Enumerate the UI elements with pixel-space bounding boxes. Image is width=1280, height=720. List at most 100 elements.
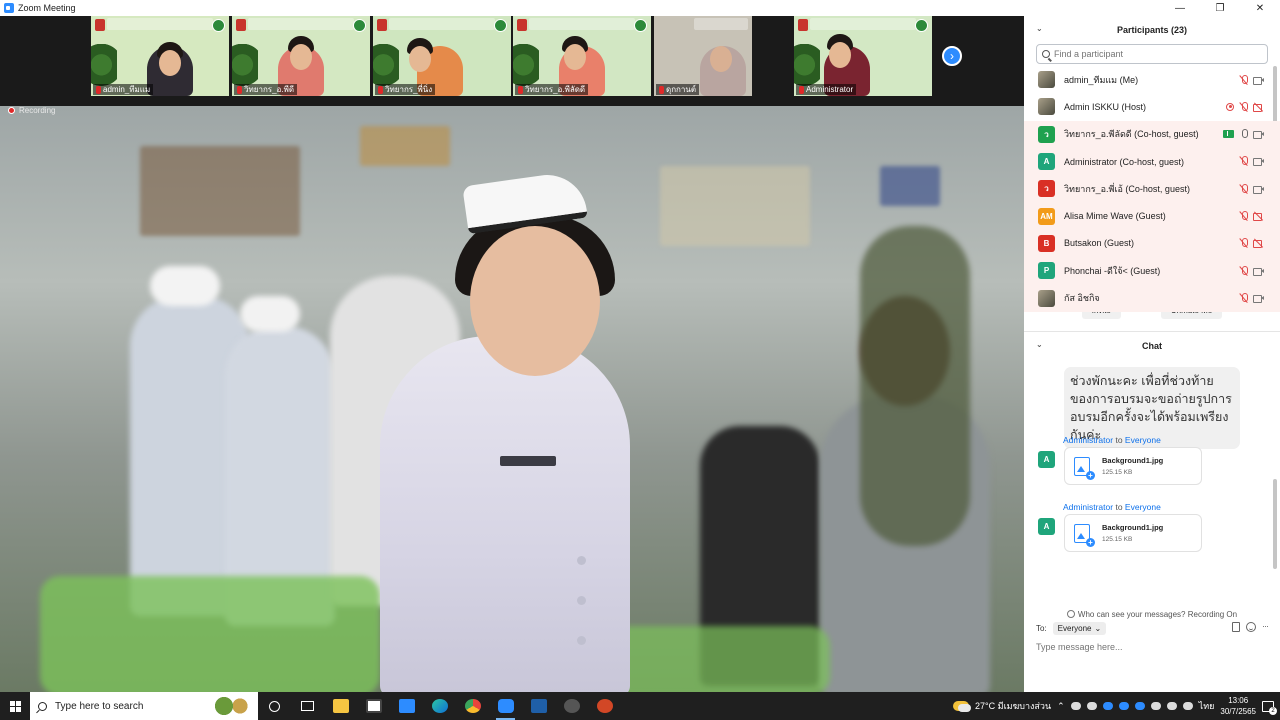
file-attachment[interactable]: Background1.jpg 125.15 KB [1064,514,1202,552]
tray-app-icon[interactable] [1086,702,1097,710]
taskbar-powerpoint[interactable] [588,692,621,720]
taskbar-search[interactable]: Type here to search [30,692,258,720]
video-off-icon[interactable] [1253,103,1264,112]
more-icon[interactable]: ··· [1262,622,1269,632]
participant-row[interactable]: AM Alisa Mime Wave (Guest) [1024,202,1280,230]
video-icon[interactable] [1253,294,1264,303]
taskbar-app[interactable] [555,692,588,720]
gallery-next-button[interactable]: › [942,46,962,66]
window-title: Zoom Meeting [18,3,76,13]
taskbar-zoom[interactable] [489,692,522,720]
weather-text[interactable]: 27°C มีเมฆบางส่วน [975,699,1051,713]
avatar [1038,98,1055,116]
video-tile[interactable]: Administrator [794,16,932,96]
volume-icon[interactable] [1182,702,1193,710]
participant-row[interactable]: ว วิทยากร_อ.พีลัดดี (Co-host, guest) [1024,120,1280,148]
chat-message-input[interactable] [1036,642,1266,652]
recipient-dropdown[interactable]: Everyone ⌄ [1052,622,1107,635]
gallery-strip: admin_ทีมแม วิทยากร_อ.พีดี วิทยากร_พี่นิ… [0,16,1024,102]
participant-row[interactable]: กัส อิชกิจ [1024,284,1280,312]
clock[interactable]: 13:06 30/7/2565 [1220,695,1256,717]
video-area: admin_ทีมแม วิทยากร_อ.พีดี วิทยากร_พี่นิ… [0,16,1024,692]
muted-mic-icon[interactable] [1239,101,1248,112]
search-highlight-image [212,696,252,716]
taskbar-mail[interactable] [390,692,423,720]
video-off-icon[interactable] [1253,239,1264,249]
mic-icon[interactable] [1239,129,1248,139]
active-speaker-video[interactable] [0,106,1024,692]
participant-row[interactable]: P Phonchai -ดีใจ้< (Guest) [1024,257,1280,285]
video-icon[interactable] [1253,157,1264,167]
file-name: Background1.jpg [1102,523,1164,532]
university-logo-icon [517,19,527,31]
file-size: 125.15 KB [1102,469,1133,476]
video-icon[interactable] [1253,267,1264,276]
muted-mic-icon[interactable] [1239,265,1248,276]
participant-row[interactable]: A Administrator (Co-host, guest) [1024,147,1280,176]
participant-row[interactable]: admin_ทีมแม (Me) [1024,66,1280,93]
participant-row[interactable]: ว วิทยากร_อ.พี่เอ้ (Co-host, guest) [1024,175,1280,203]
participant-search-input[interactable] [1054,49,1254,59]
taskbar-store[interactable] [357,692,390,720]
onedrive-icon[interactable] [1134,702,1145,710]
video-tile[interactable]: ดุกกานต์ [654,16,752,96]
chevron-up-icon[interactable]: ⌃ [1057,701,1065,712]
taskbar-photos[interactable] [522,692,555,720]
hospital-logo-icon [915,19,928,32]
onedrive-icon[interactable] [1118,702,1129,710]
video-tile[interactable]: วิทยากร_อ.พีดี [232,16,370,96]
chevron-down-icon: ⌄ [1094,624,1102,633]
avatar: A [1038,518,1055,535]
video-tile[interactable]: วิทยากร_พี่นิ่ง [373,16,511,96]
search-icon [38,701,47,711]
task-view-button[interactable] [291,692,324,720]
restore-button[interactable]: ❐ [1200,0,1240,16]
video-icon[interactable] [1253,185,1264,194]
participant-row[interactable]: B Butsakon (Guest) [1024,229,1280,258]
windows-taskbar: Type here to search 27°C มีเมฆบางส่วน ⌃ … [0,692,1280,720]
close-button[interactable]: ✕ [1240,0,1280,16]
file-attachment[interactable]: Background1.jpg 125.15 KB [1064,447,1202,485]
taskbar-edge[interactable] [423,692,456,720]
cortana-button[interactable] [258,692,291,720]
tray-app-icon[interactable] [1070,702,1081,710]
onedrive-icon[interactable] [1102,702,1113,710]
video-off-icon[interactable] [1253,212,1264,221]
video-tile[interactable]: admin_ทีมแม [91,16,229,96]
app-icon [563,699,580,713]
windows-logo-icon [9,700,21,712]
chat-privacy-note[interactable]: Who can see your messages? Recording On [1024,610,1280,619]
video-icon[interactable] [1253,76,1264,85]
avatar: P [1038,262,1055,280]
folder-icon [332,699,349,713]
muted-mic-icon[interactable] [1239,210,1248,221]
chevron-down-icon[interactable]: ⌄ [1036,24,1043,33]
participant-row[interactable]: Admin ISKKU (Host) [1024,93,1280,120]
minimize-button[interactable]: — [1160,0,1200,16]
notification-center-icon[interactable]: 2 [1262,700,1277,715]
taskbar-file-explorer[interactable] [324,692,357,720]
network-icon[interactable] [1166,702,1177,710]
video-tile[interactable]: วิทยากร_อ.พีลัดดี [513,16,651,96]
recording-icon[interactable] [1226,102,1234,111]
muted-mic-icon[interactable] [1239,183,1248,194]
emoji-icon[interactable] [1246,622,1256,632]
participant-search[interactable] [1036,44,1268,64]
weather-icon[interactable] [953,701,972,712]
muted-mic-icon[interactable] [1239,156,1248,166]
muted-mic-icon[interactable] [1239,238,1248,248]
muted-mic-icon[interactable] [1239,292,1248,303]
start-button[interactable] [0,692,30,720]
video-icon[interactable] [1253,130,1264,140]
people-icon [1066,610,1075,618]
chat-message-header: Administrator to Everyone [1063,502,1161,512]
chevron-down-icon[interactable]: ⌄ [1036,340,1043,349]
screen-share-icon[interactable] [1223,130,1234,139]
file-share-icon[interactable] [1232,622,1240,632]
recording-indicator[interactable]: Recording [8,106,55,115]
taskbar-chrome[interactable] [456,692,489,720]
microphone-icon[interactable] [1150,702,1161,710]
chat-scrollbar[interactable] [1273,479,1277,569]
language-indicator[interactable]: ไทย [1199,699,1215,713]
muted-mic-icon[interactable] [1239,74,1248,85]
